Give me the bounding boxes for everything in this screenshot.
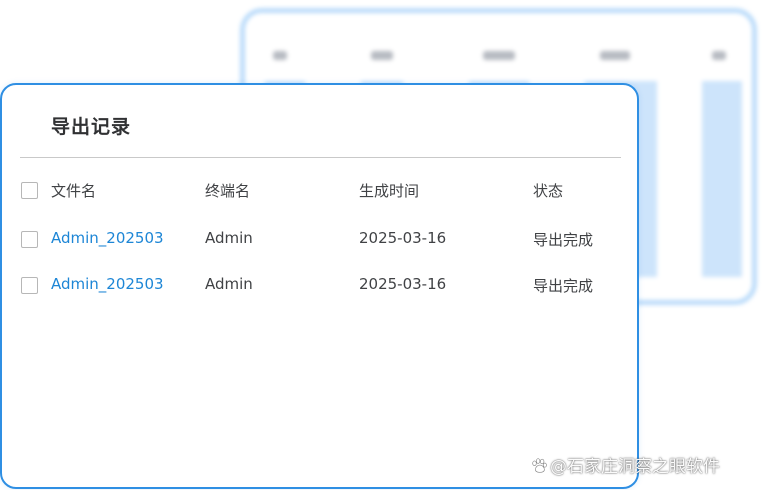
- status-text: 导出完成: [533, 277, 594, 295]
- watermark: @石家庄洞察之眼软件: [530, 452, 720, 477]
- column-header-time: 生成时间: [359, 182, 420, 200]
- table-header-row: 文件名 终端名 生成时间 状态: [2, 177, 637, 207]
- row-checkbox[interactable]: [21, 231, 38, 248]
- table-row: Admin_202503 Admin 2025-03-16 导出完成: [2, 226, 637, 256]
- file-link[interactable]: Admin_202503: [51, 275, 164, 293]
- select-all-checkbox[interactable]: [21, 182, 38, 199]
- terminal-name: Admin: [205, 275, 253, 293]
- paw-icon: [532, 458, 547, 473]
- column-header-terminal: 终端名: [205, 182, 251, 200]
- status-text: 导出完成: [533, 231, 594, 249]
- terminal-name: Admin: [205, 229, 253, 247]
- table-row: Admin_202503 Admin 2025-03-16 导出完成: [2, 272, 637, 302]
- background-header-cell: [600, 51, 630, 60]
- background-header-cell: [483, 51, 515, 60]
- screenshot-stage: 导出记录 文件名 终端名 生成时间 状态 Admin_202503 Admin …: [0, 0, 768, 490]
- generated-time: 2025-03-16: [359, 275, 447, 293]
- export-records-dialog: 导出记录 文件名 终端名 生成时间 状态 Admin_202503 Admin …: [0, 83, 639, 489]
- generated-time: 2025-03-16: [359, 229, 447, 247]
- title-divider: [20, 157, 621, 158]
- column-header-filename: 文件名: [51, 182, 97, 200]
- dialog-title: 导出记录: [51, 116, 132, 138]
- background-header-cell: [712, 51, 726, 60]
- row-checkbox[interactable]: [21, 277, 38, 294]
- watermark-text: @石家庄洞察之眼软件: [550, 457, 720, 477]
- file-link[interactable]: Admin_202503: [51, 229, 164, 247]
- background-column-bar: [702, 81, 742, 277]
- background-header-cell: [273, 51, 287, 60]
- background-header-cell: [371, 51, 393, 60]
- column-header-status: 状态: [533, 182, 564, 200]
